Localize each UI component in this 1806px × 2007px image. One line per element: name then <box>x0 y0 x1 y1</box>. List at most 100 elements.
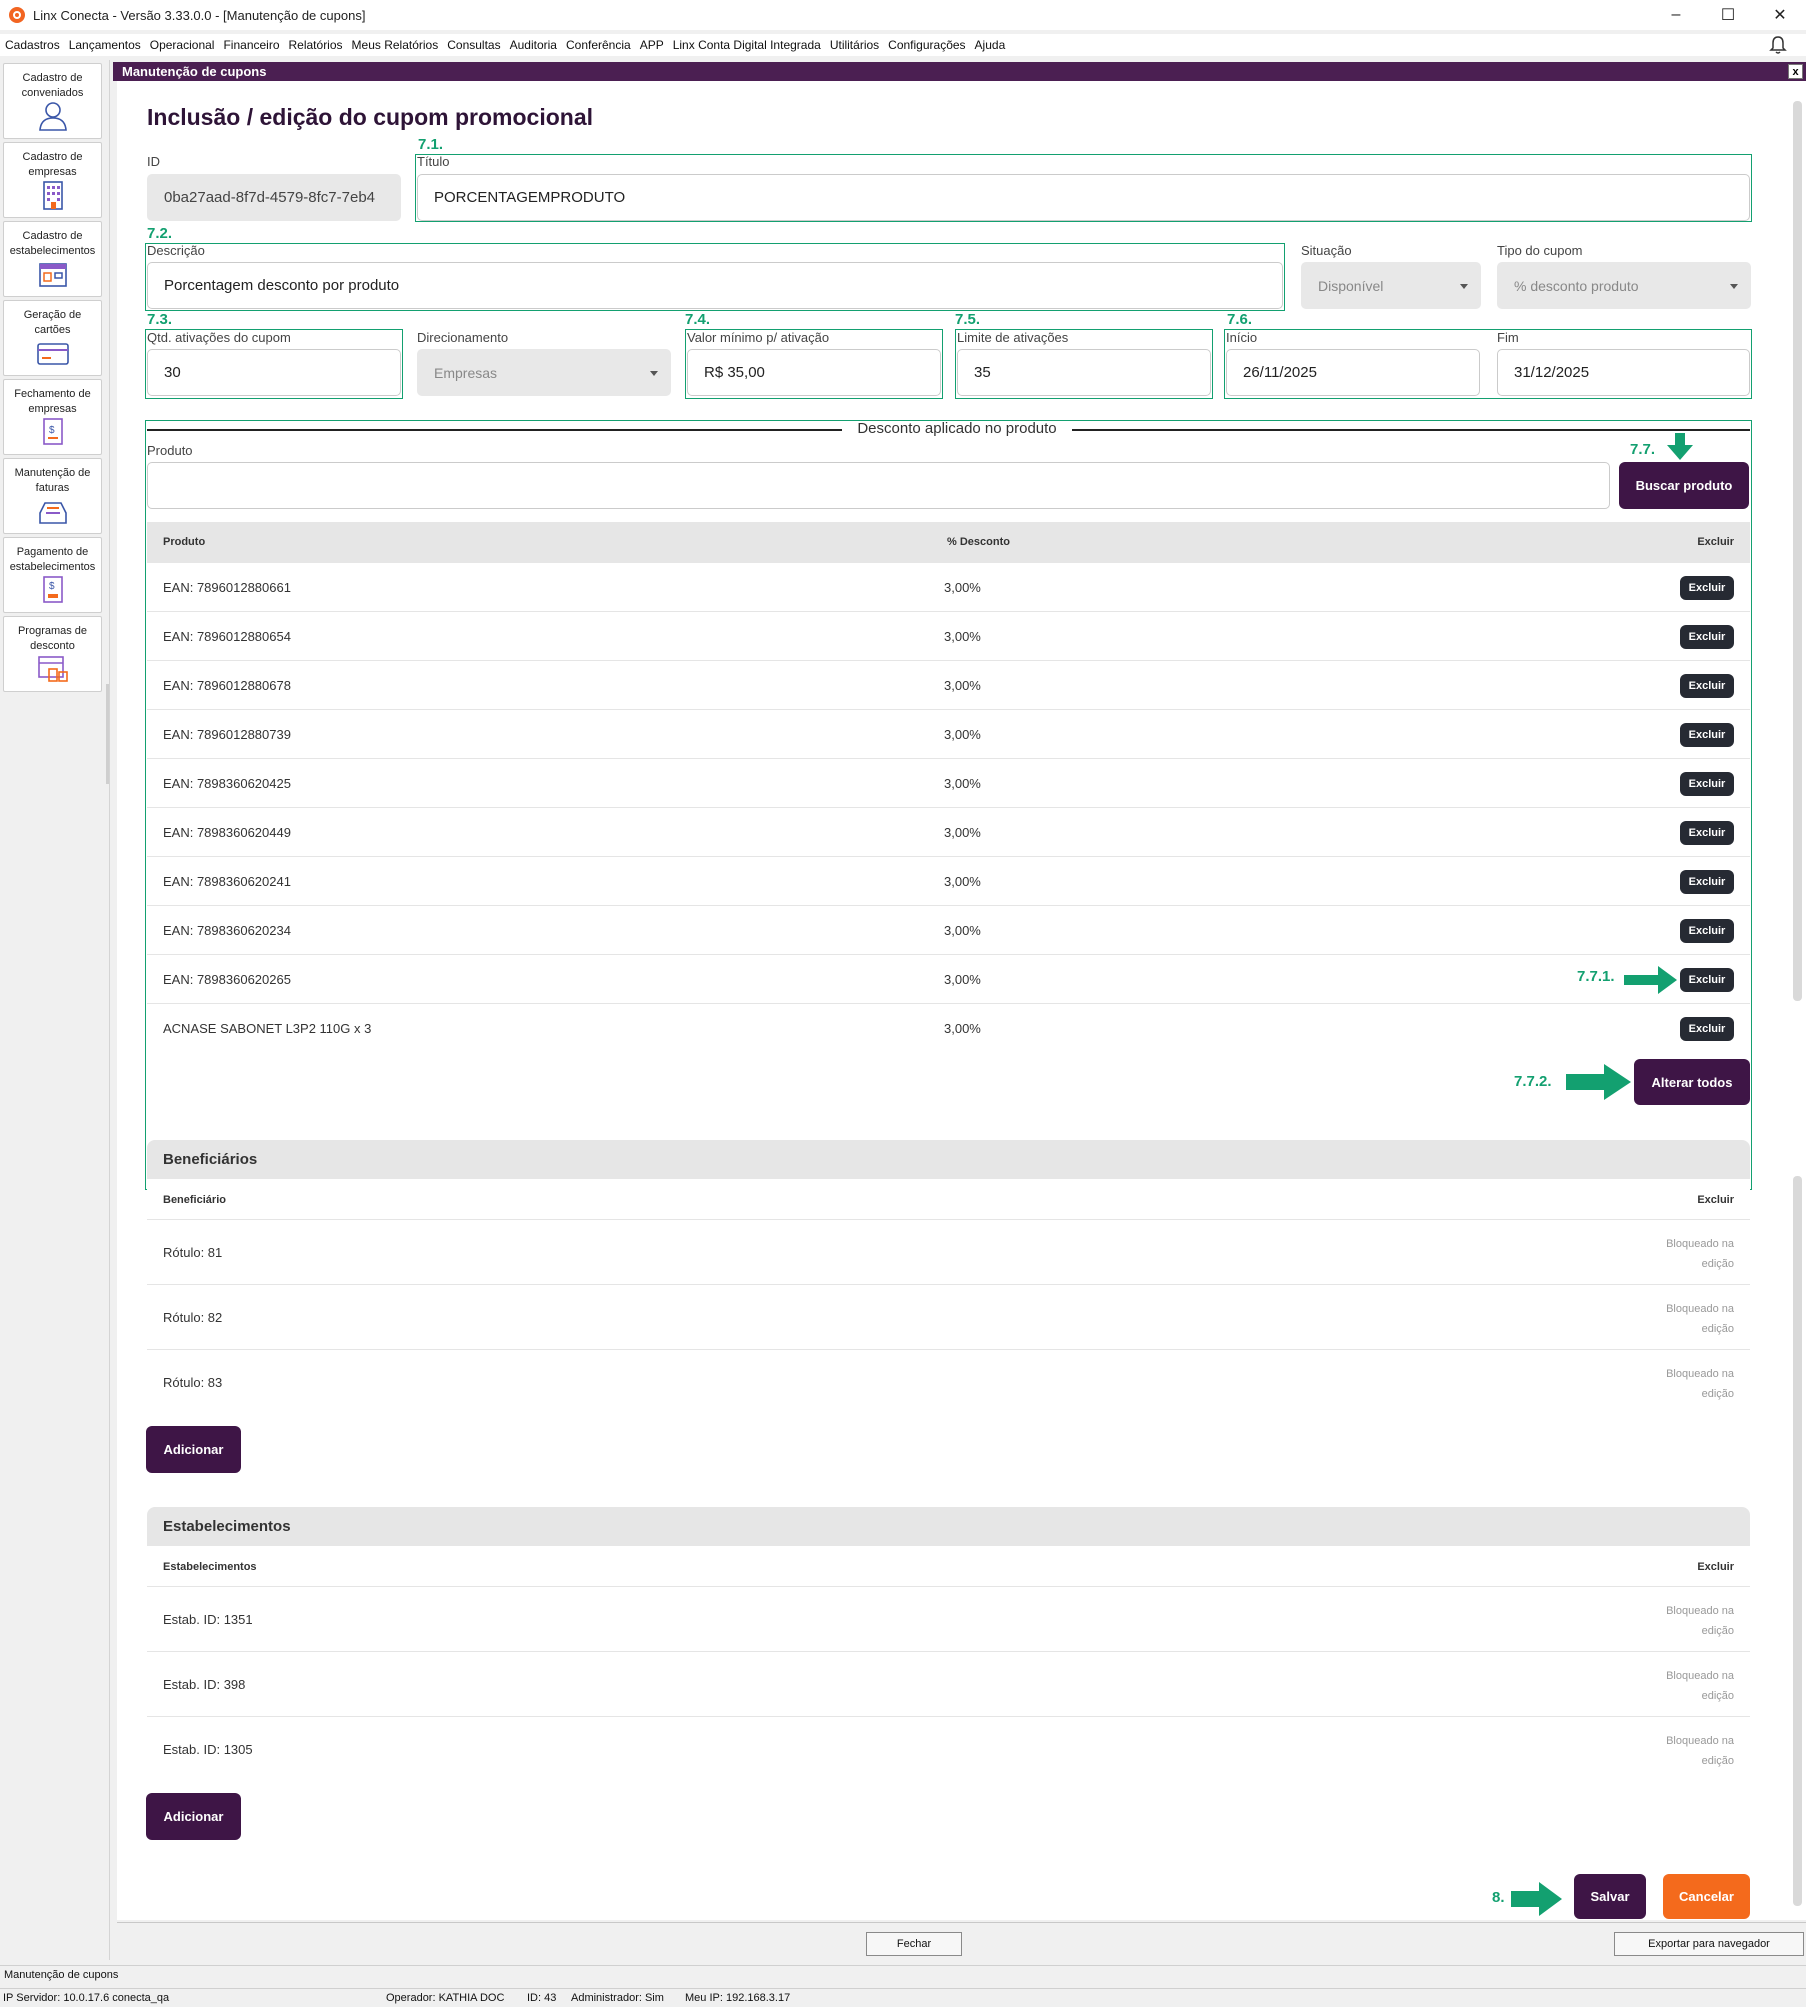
excluir-button[interactable]: Excluir <box>1680 821 1734 845</box>
menu-financeiro[interactable]: Financeiro <box>223 38 279 52</box>
inicio-field[interactable]: 26/11/2025 <box>1226 349 1480 396</box>
situacao-label: Situação <box>1301 243 1352 258</box>
sidebar-item-empresas[interactable]: Cadastro de empresas <box>3 142 102 218</box>
fim-field[interactable]: 31/12/2025 <box>1497 349 1750 396</box>
limite-field[interactable]: 35 <box>957 349 1211 396</box>
content-scrollbar-upper[interactable] <box>1793 101 1802 1001</box>
sidebar-item-label: Programas de desconto <box>17 625 88 652</box>
product-name: EAN: 7898360620449 <box>163 825 291 840</box>
title-bar: Linx Conecta - Versão 3.33.0.0 - [Manute… <box>0 0 1806 30</box>
chevron-down-icon <box>1730 284 1738 289</box>
sidebar-item-faturas[interactable]: Manutenção de faturas <box>3 458 102 534</box>
excluir-button[interactable]: Excluir <box>1680 1017 1734 1041</box>
id-field[interactable]: 0ba27aad-8f7d-4579-8fc7-7eb4 <box>147 174 401 221</box>
page-title: Inclusão / edição do cupom promocional <box>147 104 594 130</box>
col-desconto: % Desconto <box>947 536 1010 548</box>
produto-search-input[interactable] <box>147 462 1610 509</box>
menu-meus-relatorios[interactable]: Meus Relatórios <box>352 38 439 52</box>
inner-close-button[interactable]: x <box>1788 64 1803 79</box>
beneficiario-name: Rótulo: 82 <box>163 1310 223 1325</box>
buscar-produto-button[interactable]: Buscar produto <box>1619 462 1749 509</box>
sidebar-item-programas-desconto[interactable]: Programas de desconto <box>3 616 102 692</box>
content-scrollbar-lower[interactable] <box>1793 1176 1802 1906</box>
fim-label: Fim <box>1497 330 1519 345</box>
exportar-navegador-button[interactable]: Exportar para navegador <box>1614 1932 1804 1956</box>
tipo-select[interactable]: % desconto produto <box>1497 262 1751 309</box>
table-row: EAN: 7896012880661 3,00% Excluir <box>147 563 1750 612</box>
titulo-field[interactable]: PORCENTAGEMPRODUTO <box>417 174 1750 221</box>
product-discount: 3,00% <box>944 727 981 742</box>
cancelar-button[interactable]: Cancelar <box>1663 1874 1750 1919</box>
sidebar-item-cartoes[interactable]: Geração de cartões <box>3 300 102 376</box>
sidebar-item-label: Fechamento de empresas <box>14 388 91 415</box>
list-item: Estab. ID: 1305 Bloqueado na edição <box>147 1717 1750 1782</box>
qtd-field[interactable]: 30 <box>147 349 401 396</box>
product-discount: 3,00% <box>944 1021 981 1036</box>
status-id: ID: 43 <box>527 1992 557 2004</box>
excluir-button[interactable]: Excluir <box>1680 772 1734 796</box>
coupon-form: Inclusão / edição do cupom promocional I… <box>117 81 1806 1920</box>
sidebar-item-label: Geração de cartões <box>23 309 82 336</box>
estabelecimento-name: Estab. ID: 398 <box>163 1677 246 1692</box>
list-item: Estab. ID: 398 Bloqueado na edição <box>147 1652 1750 1717</box>
situacao-select[interactable]: Disponível <box>1301 262 1481 309</box>
descricao-field[interactable]: Porcentagem desconto por produto <box>147 262 1283 309</box>
excluir-button[interactable]: Excluir <box>1680 625 1734 649</box>
alterar-todos-button[interactable]: Alterar todos <box>1634 1059 1750 1105</box>
product-discount: 3,00% <box>944 629 981 644</box>
fechar-button[interactable]: Fechar <box>866 1932 962 1956</box>
excluir-button[interactable]: Excluir <box>1680 870 1734 894</box>
sidebar-item-pagamento[interactable]: Pagamento de estabelecimentos $ <box>3 537 102 613</box>
annotation-7-7-2: 7.7.2. <box>1514 1073 1552 1090</box>
menu-consultas[interactable]: Consultas <box>447 38 500 52</box>
table-row: EAN: 7896012880739 3,00% Excluir <box>147 710 1750 759</box>
menu-configuracoes[interactable]: Configurações <box>888 38 965 52</box>
salvar-button[interactable]: Salvar <box>1574 1874 1646 1919</box>
window-tab-manutencao[interactable]: Manutenção de cupons <box>4 1969 118 1981</box>
svg-text:$: $ <box>49 425 55 436</box>
direcionamento-value: Empresas <box>434 364 498 381</box>
card-icon <box>36 343 69 365</box>
menu-utilitarios[interactable]: Utilitários <box>830 38 879 52</box>
sidebar-item-fechamento[interactable]: Fechamento de empresas $ <box>3 379 102 455</box>
menu-app[interactable]: APP <box>640 38 664 52</box>
sidebar-item-conveniados[interactable]: Cadastro de conveniados <box>3 63 102 139</box>
sidebar-item-estabelecimentos[interactable]: Cadastro de estabelecimentos <box>3 221 102 297</box>
app-logo-icon <box>9 7 25 23</box>
estabelecimento-name: Estab. ID: 1305 <box>163 1742 253 1757</box>
product-name: EAN: 7898360620425 <box>163 776 291 791</box>
product-discount: 3,00% <box>944 923 981 938</box>
excluir-button[interactable]: Excluir <box>1680 968 1734 992</box>
valor-field[interactable]: R$ 35,00 <box>687 349 941 396</box>
menu-conferencia[interactable]: Conferência <box>566 38 631 52</box>
direcionamento-select[interactable]: Empresas <box>417 349 671 396</box>
menu-lancamentos[interactable]: Lançamentos <box>69 38 141 52</box>
col-beneficiario: Beneficiário <box>163 1194 226 1206</box>
tipo-value: % desconto produto <box>1514 277 1639 294</box>
excluir-button[interactable]: Excluir <box>1680 723 1734 747</box>
menu-ajuda[interactable]: Ajuda <box>975 38 1006 52</box>
menu-auditoria[interactable]: Auditoria <box>510 38 557 52</box>
excluir-button[interactable]: Excluir <box>1680 576 1734 600</box>
bell-icon[interactable] <box>1768 34 1788 56</box>
excluir-button[interactable]: Excluir <box>1680 919 1734 943</box>
maximize-button[interactable]: ☐ <box>1702 0 1754 30</box>
close-window-button[interactable]: ✕ <box>1754 0 1806 30</box>
adicionar-estabelecimento-button[interactable]: Adicionar <box>146 1793 241 1840</box>
discount-icon <box>37 656 68 682</box>
product-discount: 3,00% <box>944 972 981 987</box>
product-name: EAN: 7896012880678 <box>163 678 291 693</box>
menu-operacional[interactable]: Operacional <box>150 38 215 52</box>
col-estabelecimentos: Estabelecimentos <box>163 1561 257 1573</box>
menu-linx-conta-digital[interactable]: Linx Conta Digital Integrada <box>673 38 821 52</box>
sidebar-scrollbar[interactable] <box>106 684 109 784</box>
menu-relatorios[interactable]: Relatórios <box>289 38 343 52</box>
excluir-button[interactable]: Excluir <box>1680 674 1734 698</box>
menu-cadastros[interactable]: Cadastros <box>5 38 60 52</box>
user-icon <box>38 102 67 131</box>
adicionar-beneficiario-button[interactable]: Adicionar <box>146 1426 241 1473</box>
sidebar-item-label: Manutenção de faturas <box>14 467 91 494</box>
menu-bar: Cadastros Lançamentos Operacional Financ… <box>0 34 1806 56</box>
direcionamento-label: Direcionamento <box>417 330 509 345</box>
minimize-button[interactable]: – <box>1650 0 1702 30</box>
